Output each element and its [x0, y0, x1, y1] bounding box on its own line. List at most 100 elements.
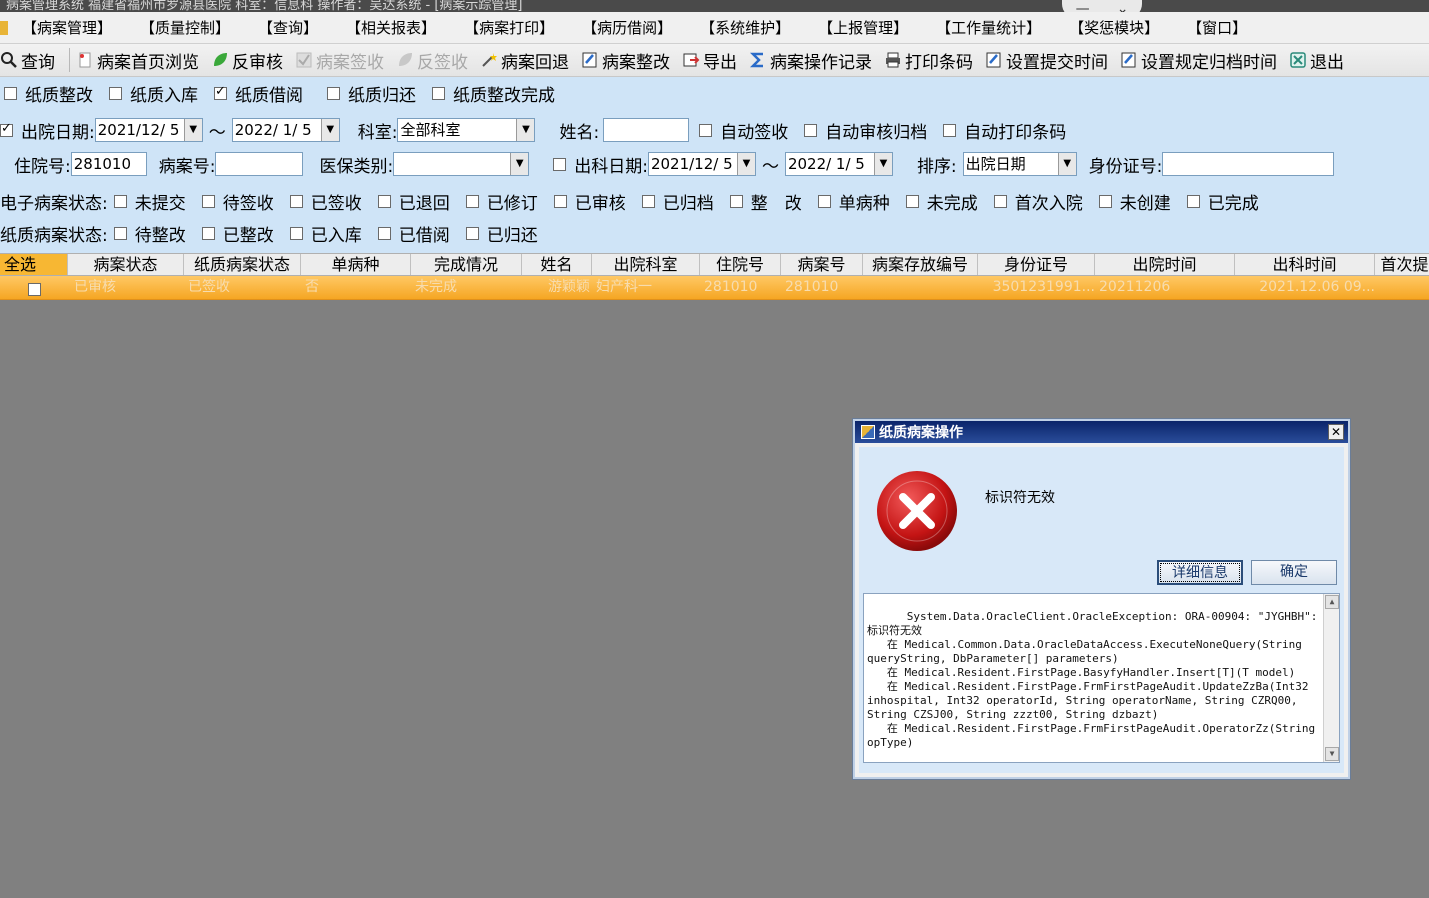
dept-out-date-to[interactable]: 2022/ 1/ 5 ▼ [784, 152, 893, 176]
close-icon[interactable]: ✕ [1328, 424, 1344, 440]
e-status-checkbox[interactable] [729, 194, 743, 208]
e-status-checkbox[interactable] [641, 194, 655, 208]
print-barcode-button[interactable]: 打印条码 [884, 48, 973, 73]
scroll-up-icon[interactable]: ▲ [1325, 595, 1339, 609]
details-scrollbar[interactable]: ▲ ▼ [1323, 594, 1339, 762]
e-status-checkbox[interactable] [1098, 194, 1112, 208]
e-status-checkbox[interactable] [113, 194, 127, 208]
chevron-down-icon[interactable]: ▼ [873, 153, 892, 175]
auto-print-barcode-checkbox[interactable] [943, 123, 957, 137]
details-button[interactable]: 详细信息 [1157, 560, 1243, 585]
table-cell: 3501231991... [992, 279, 1095, 295]
column-header[interactable]: 住院号 [700, 254, 781, 275]
menu-case-print[interactable]: 【病案打印】 [464, 17, 554, 38]
discharge-date-to[interactable]: 2022/ 1/ 5 ▼ [231, 118, 340, 142]
e-status-checkbox[interactable] [289, 194, 303, 208]
auto-sign-checkbox[interactable] [699, 123, 713, 137]
dept-out-date-checkbox[interactable] [553, 157, 567, 171]
column-header[interactable]: 病案状态 [68, 254, 184, 275]
e-status-option: 已归档 [662, 193, 714, 214]
auto-audit-archive-checkbox[interactable] [804, 123, 818, 137]
chevron-down-icon[interactable]: ▼ [510, 153, 529, 175]
name-input[interactable] [603, 118, 690, 142]
select-all-header[interactable]: 全选 [0, 254, 68, 275]
chevron-down-icon[interactable]: ▼ [516, 119, 535, 141]
menu-case-management[interactable]: 【病案管理】 [22, 17, 112, 38]
unsign-button[interactable]: 反签收 [396, 48, 468, 73]
column-header[interactable]: 首次提 [1375, 254, 1429, 275]
chevron-down-icon[interactable]: ▼ [736, 153, 755, 175]
column-header[interactable]: 纸质病案状态 [184, 254, 301, 275]
column-header[interactable]: 姓名 [522, 254, 592, 275]
e-status-checkbox[interactable] [993, 194, 1007, 208]
e-status-checkbox[interactable] [817, 194, 831, 208]
chevron-down-icon[interactable]: ▼ [320, 119, 339, 141]
chevron-down-icon[interactable]: ▼ [183, 119, 202, 141]
menu-record-borrow[interactable]: 【病历借阅】 [582, 17, 672, 38]
column-header[interactable]: 单病种 [301, 254, 411, 275]
dialog-titlebar[interactable]: 纸质病案操作 ✕ [855, 421, 1348, 443]
chevron-down-icon[interactable]: ▼ [1057, 153, 1076, 175]
discharge-date-checkbox[interactable] [0, 121, 13, 137]
discharge-date-from[interactable]: 2021/12/ 5 ▼ [94, 118, 203, 142]
menu-rewards[interactable]: 【奖惩模块】 [1069, 17, 1159, 38]
e-status-checkbox[interactable] [465, 194, 479, 208]
inpatient-no-input[interactable]: 281010 [70, 152, 147, 176]
table-row[interactable]: 已审核 已签收 否 未完成 游颖颖 妇产科一 281010 281010 350… [0, 276, 1429, 300]
dept-out-date-from[interactable]: 2021/12/ 5 ▼ [647, 152, 756, 176]
export-button[interactable]: 导出 [682, 48, 737, 73]
paper-status-checkbox[interactable] [289, 226, 303, 240]
case-rollback-button[interactable]: 病案回退 [480, 48, 569, 73]
menu-reports[interactable]: 【相关报表】 [346, 17, 436, 38]
menu-system[interactable]: 【系统维护】 [700, 17, 790, 38]
error-details-textarea[interactable]: System.Data.OracleClient.OracleException… [863, 593, 1340, 763]
column-header[interactable]: 身份证号 [978, 254, 1095, 275]
menu-reporting[interactable]: 【上报管理】 [818, 17, 908, 38]
menu-workload[interactable]: 【工作量统计】 [936, 17, 1041, 38]
paper-status-checkbox[interactable] [465, 226, 479, 240]
menu-window[interactable]: 【窗口】 [1187, 17, 1247, 38]
column-header[interactable]: 出科时间 [1235, 254, 1375, 275]
paper-status-checkbox[interactable] [113, 226, 127, 240]
column-header[interactable]: 病案存放编号 [863, 254, 978, 275]
unaudit-button[interactable]: 反审核 [211, 48, 283, 73]
scroll-down-icon[interactable]: ▼ [1325, 747, 1339, 761]
id-card-input[interactable] [1162, 152, 1335, 176]
case-sign-button[interactable]: 病案签收 [295, 48, 384, 73]
column-header[interactable]: 出院时间 [1095, 254, 1235, 275]
set-submit-time-button[interactable]: 设置提交时间 [985, 48, 1108, 73]
set-archive-time-button[interactable]: 设置规定归档时间 [1120, 48, 1277, 73]
e-status-checkbox[interactable] [377, 194, 391, 208]
paper-rectify-checkbox[interactable] [4, 86, 17, 100]
case-log-button[interactable]: 病案操作记录 [749, 48, 872, 73]
row-checkbox[interactable] [27, 283, 41, 296]
auto-audit-archive-label: 自动审核归档 [825, 122, 928, 143]
browse-first-page-button[interactable]: 病案首页浏览 [76, 48, 199, 73]
sort-select[interactable]: 出院日期 ▼ [962, 152, 1077, 176]
column-header[interactable]: 病案号 [781, 254, 863, 275]
query-button[interactable]: 查询 [0, 48, 55, 73]
paper-rectify-done-checkbox[interactable] [432, 86, 445, 100]
paper-status-checkbox[interactable] [377, 226, 391, 240]
menu-query[interactable]: 【查询】 [258, 17, 318, 38]
menu-quality-control[interactable]: 【质量控制】 [140, 17, 230, 38]
paper-status-checkbox[interactable] [201, 226, 215, 240]
paper-borrow-checkbox[interactable] [214, 84, 227, 100]
ok-button[interactable]: 确定 [1251, 560, 1337, 585]
column-header[interactable]: 完成情况 [411, 254, 522, 275]
e-status-checkbox[interactable] [1186, 194, 1200, 208]
grid-header: 全选 病案状态 纸质病案状态 单病种 完成情况 姓名 出院科室 住院号 病案号 … [0, 253, 1429, 276]
e-status-checkbox[interactable] [201, 194, 215, 208]
paper-return-checkbox[interactable] [327, 86, 340, 100]
e-status-checkbox[interactable] [905, 194, 919, 208]
row-select-cell[interactable] [0, 276, 68, 299]
e-status-checkbox[interactable] [553, 194, 567, 208]
dept-select[interactable]: 全部科室 ▼ [397, 118, 536, 142]
paper-store-checkbox[interactable] [109, 86, 122, 100]
insurance-select[interactable]: ▼ [393, 152, 530, 176]
exit-button[interactable]: 退出 [1289, 48, 1344, 73]
filter-panel: 纸质整改 纸质入库 纸质借阅 纸质归还 纸质整改完成 出院日期: 2021/12… [0, 77, 1429, 253]
case-rectify-button[interactable]: 病案整改 [581, 48, 670, 73]
column-header[interactable]: 出院科室 [592, 254, 700, 275]
case-no-input[interactable] [215, 152, 304, 176]
